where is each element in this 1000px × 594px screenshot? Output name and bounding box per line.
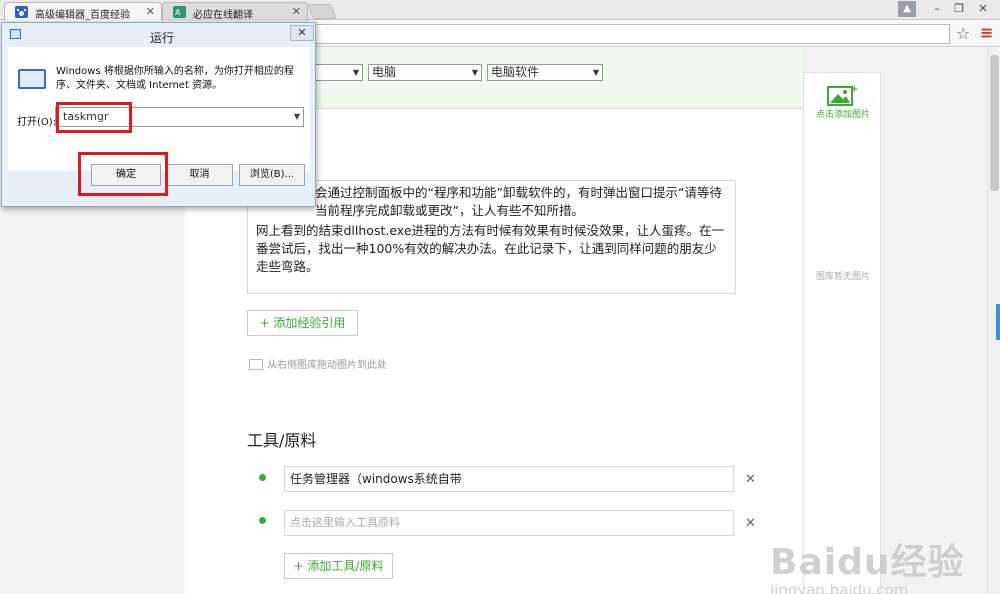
restore-button[interactable]: ❐ (948, 1, 970, 17)
dialog-close-button[interactable]: ✕ (290, 25, 314, 41)
run-window-icon (10, 29, 21, 39)
translate-icon: A (173, 6, 186, 18)
category-select-3[interactable]: 电脑软件 ▼ (487, 64, 603, 81)
bullet-dot (259, 474, 266, 481)
image-icon (249, 359, 263, 370)
dialog-message: Windows 将根据你所输入的名称，为你打开相应的程序、文件夹、文档或 Int… (56, 66, 294, 91)
dropdown-arrow-icon: ▼ (352, 68, 359, 77)
close-tab-icon[interactable]: ✕ (292, 5, 301, 18)
tab-bing-translate[interactable]: A 必应在线翻译 ✕ (162, 2, 308, 21)
tab-strip: 高级编辑器_百度经验 ✕ A 必应在线翻译 ✕ ▲ – ❐ ✕ (0, 0, 1000, 21)
dialog-title: 运行 (150, 31, 175, 45)
new-tab-button[interactable] (307, 4, 337, 19)
minimize-button[interactable]: – (926, 1, 948, 17)
add-image-label: 点击添加图片 (815, 110, 870, 120)
dropdown-arrow-icon: ▼ (471, 68, 478, 77)
user-profile-icon[interactable]: ▲ (898, 1, 916, 17)
tool-input[interactable]: 点击这里输入工具原料 (284, 510, 734, 536)
cancel-button[interactable]: 取消 (166, 164, 233, 186)
feedback-tab[interactable] (996, 304, 1000, 340)
run-dialog: 运行 ✕ Windows 将根据你所输入的名称，为你打开相应的程序、文件夹、文档… (1, 22, 316, 207)
intro-paragraph: 网上看到的结束dllhost.exe进程的方法有时候有效果有时候没效果，让人蛋疼… (256, 223, 725, 274)
run-program-icon (18, 69, 46, 89)
close-window-button[interactable]: ✕ (972, 1, 994, 17)
tab-title: 必应在线翻译 (193, 10, 253, 21)
browse-button[interactable]: 浏览(B)... (239, 164, 305, 186)
add-image-button[interactable]: + 点击添加图片 (804, 73, 882, 120)
add-reference-button[interactable]: + 添加经验引用 (247, 310, 358, 336)
tab-baidu-editor[interactable]: 高级编辑器_百度经验 ✕ (4, 2, 162, 21)
highlight-box (56, 102, 132, 133)
svg-text:A: A (175, 8, 181, 17)
drag-hint-text: 从右侧图库拖动图片到此处 (267, 360, 387, 371)
intro-paragraph: 会通过控制面板中的“程序和功能”卸载软件的，有时弹出窗口提示“请等待当前程序完成… (315, 185, 722, 218)
chevron-down-icon[interactable]: ▼ (294, 108, 300, 126)
address-bar[interactable] (300, 24, 950, 44)
add-image-icon: + (827, 84, 858, 106)
watermark-logo: Baidu经验 (770, 542, 965, 583)
scrollbar[interactable] (987, 48, 1000, 594)
open-label: 打开(O): (17, 117, 57, 128)
image-library-panel: + 点击添加图片 图库暂无图片 (803, 72, 881, 594)
close-tab-icon[interactable]: ✕ (146, 5, 155, 18)
bookmark-star-icon[interactable]: ☆ (956, 24, 970, 43)
category-select-2[interactable]: 电脑 ▼ (368, 64, 482, 81)
dropdown-arrow-icon: ▼ (592, 68, 599, 77)
tool-input[interactable]: 任务管理器（windows系统自带 (284, 466, 734, 492)
remove-tool-icon[interactable]: ✕ (745, 472, 756, 487)
svg-text:+: + (850, 84, 858, 95)
add-tool-button[interactable]: + 添加工具/原料 (284, 553, 393, 579)
dialog-titlebar[interactable]: 运行 ✕ (2, 23, 315, 47)
bullet-dot (259, 517, 266, 524)
scrollbar-thumb[interactable] (990, 55, 999, 191)
intro-textarea[interactable]: 会通过控制面板中的“程序和功能”卸载软件的，有时弹出窗口提示“请等待当前程序完成… (247, 180, 736, 294)
baidu-paw-icon (15, 6, 28, 18)
menu-icon[interactable]: ≡ (980, 23, 993, 42)
highlight-box (78, 152, 168, 196)
tab-title: 高级编辑器_百度经验 (35, 10, 130, 21)
library-empty-text: 图库暂无图片 (815, 272, 870, 282)
drag-hint: 从右侧图库拖动图片到此处 (249, 356, 387, 371)
tools-section-title: 工具/原料 (247, 431, 317, 450)
remove-tool-icon[interactable]: ✕ (745, 516, 756, 531)
baidu-watermark: Baidu经验 jingyan.baidu.com (770, 533, 964, 594)
